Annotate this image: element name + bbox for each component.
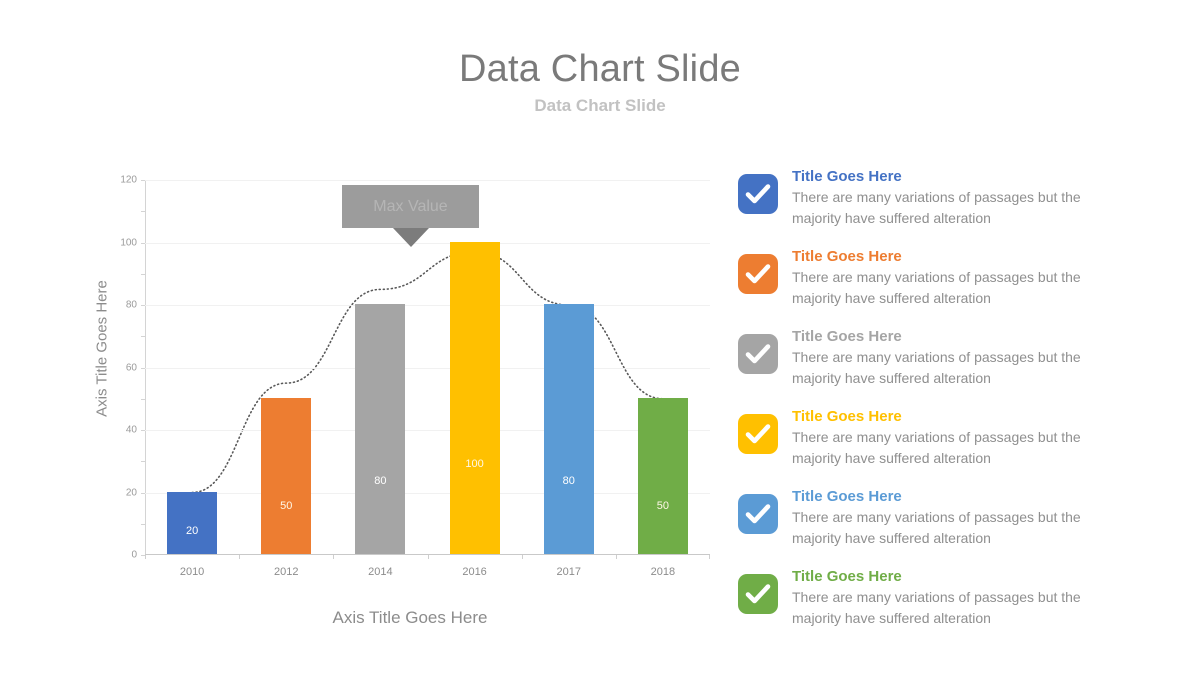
y-axis-tick-label: 20 (125, 487, 137, 498)
gridline (145, 367, 710, 369)
y-axis-tick-label: 100 (120, 237, 137, 248)
legend-item-description: There are many variations of passages bu… (792, 349, 1081, 386)
bar-value-label: 20 (185, 525, 199, 538)
page-subtitle: Data Chart Slide (534, 96, 666, 115)
x-axis-tick-mark (615, 555, 617, 559)
x-axis-tick-mark (709, 555, 710, 559)
y-axis-tick-mark (141, 242, 145, 244)
legend-item-text: Title Goes Here There are many variations… (792, 566, 1122, 628)
bar-2016[interactable]: 100 (449, 241, 500, 554)
check-square-icon[interactable] (738, 334, 778, 374)
x-axis-tick-label: 2018 (650, 566, 676, 578)
max-value-callout-pointer (393, 228, 429, 247)
legend-item-title: Title Goes Here (792, 328, 902, 345)
y-axis-title: Axis Title Goes Here (93, 280, 111, 417)
y-axis-tick-mark (141, 211, 145, 213)
bar-value-label: 80 (374, 474, 387, 487)
x-axis-tick-label: 2016 (462, 566, 487, 578)
check-square-icon[interactable] (738, 414, 778, 454)
y-axis-tick-mark (141, 180, 145, 181)
legend-item-text: Title Goes Here There are many variations… (792, 326, 1122, 388)
x-axis-tick-mark (333, 555, 335, 559)
page-title: Data Chart Slide (458, 48, 741, 90)
legend-item-2[interactable]: Title Goes Here There are many variations… (738, 246, 1158, 308)
x-axis-tick-label: 2012 (274, 566, 299, 578)
legend-item-description: There are many variations of passages bu… (792, 589, 1081, 626)
y-axis-tick-label: 60 (125, 362, 137, 373)
bar-2014[interactable]: 80 (355, 304, 406, 554)
legend-item-description: There are many variations of passages bu… (792, 269, 1081, 306)
legend-item-title: Title Goes Here (792, 568, 902, 585)
check-square-icon[interactable] (738, 494, 778, 534)
legend-item-title: Title Goes Here (792, 248, 902, 265)
max-value-callout: Max Value (342, 185, 479, 228)
bar-2012[interactable]: 50 (261, 397, 312, 554)
check-square-icon[interactable] (738, 254, 778, 294)
y-axis-tick-mark (141, 398, 145, 400)
check-square-icon[interactable] (738, 574, 778, 614)
x-axis-tick-label: 2017 (556, 566, 581, 578)
bar-value-label: 100 (465, 457, 484, 470)
y-axis-tick-mark (141, 305, 145, 306)
legend-item-description: There are many variations of passages bu… (792, 189, 1081, 226)
legend-item-description: There are many variations of passages bu… (792, 429, 1081, 466)
y-axis-tick-mark (141, 492, 145, 494)
x-axis-tick-label: 2014 (368, 566, 393, 578)
y-axis-tick-mark (141, 273, 145, 275)
bar-value-label: 80 (562, 474, 575, 487)
y-axis-tick-label: 80 (125, 299, 137, 311)
y-axis-tick-label: 0 (131, 549, 137, 561)
legend-item-1[interactable]: Title Goes Here There are many variations… (738, 166, 1158, 228)
legend-item-5[interactable]: Title Goes Here There are many variations… (738, 486, 1158, 548)
gridline (145, 430, 710, 431)
gridline (145, 492, 710, 494)
legend-item-description: There are many variations of passages bu… (792, 509, 1081, 546)
x-axis-tick-mark (521, 555, 523, 559)
y-axis-tick-mark (141, 461, 145, 463)
y-axis-tick-mark (141, 523, 145, 525)
max-value-callout-label: Max Value (373, 197, 448, 215)
legend-item-title: Title Goes Here (792, 408, 902, 425)
gridline (145, 180, 710, 181)
y-axis-tick-mark (141, 336, 145, 338)
bar-value-label: 50 (656, 499, 670, 512)
legend-list: Title Goes Here There are many variations… (738, 166, 1158, 646)
check-square-icon[interactable] (738, 174, 778, 214)
legend-item-title: Title Goes Here (792, 488, 902, 505)
legend-item-text: Title Goes Here There are many variations… (792, 486, 1122, 548)
legend-item-text: Title Goes Here There are many variations… (792, 406, 1122, 468)
bar-chart: Axis Title Goes Here Axis Title Goes Her… (80, 165, 720, 645)
legend-item-text: Title Goes Here There are many variations… (792, 166, 1122, 228)
x-axis-tick-mark (145, 555, 146, 559)
y-axis-tick-label: 120 (120, 174, 137, 186)
x-axis-tick-mark (239, 555, 241, 559)
gridline (145, 305, 710, 306)
legend-item-3[interactable]: Title Goes Here There are many variations… (738, 326, 1158, 388)
bar-value-label: 50 (280, 499, 293, 512)
slide-header: Data Chart Slide Data Chart Slide (0, 46, 1200, 118)
legend-item-6[interactable]: Title Goes Here There are many variations… (738, 566, 1158, 628)
bar-2018[interactable]: 50 (637, 397, 688, 554)
legend-item-title: Title Goes Here (792, 168, 902, 185)
legend-item-text: Title Goes Here There are many variations… (792, 246, 1122, 308)
legend-item-4[interactable]: Title Goes Here There are many variations… (738, 406, 1158, 468)
x-axis-title: Axis Title Goes Here (332, 608, 488, 627)
bar-2010[interactable]: 20 (167, 491, 218, 554)
y-axis-tick-label: 40 (125, 424, 137, 436)
y-axis-tick-mark (141, 430, 145, 431)
bar-2017[interactable]: 80 (543, 304, 594, 554)
x-axis-tick-mark (427, 555, 429, 559)
x-axis-tick-label: 2010 (179, 566, 205, 578)
y-axis-tick-mark (141, 367, 145, 369)
